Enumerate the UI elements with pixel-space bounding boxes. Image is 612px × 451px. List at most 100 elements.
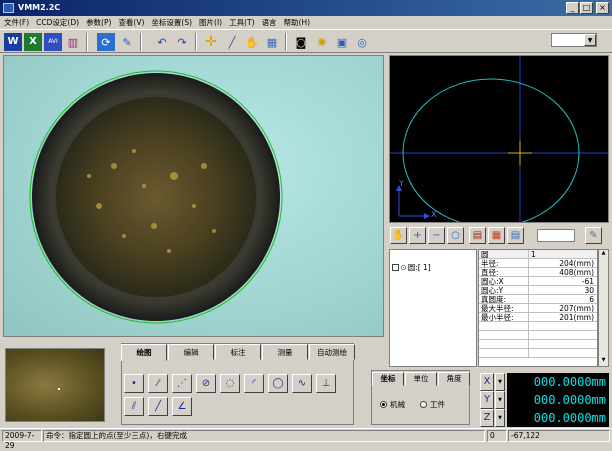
circle-entity-icon: ⊙ bbox=[400, 263, 407, 272]
table-icon[interactable]: ▤ bbox=[507, 227, 524, 244]
menu-image[interactable]: 图片(I) bbox=[199, 17, 222, 28]
excel-export-icon[interactable]: X bbox=[24, 33, 42, 51]
property-row: 半径: 204(mm) bbox=[479, 259, 597, 268]
chart-icon[interactable]: ▥ bbox=[64, 33, 82, 51]
workpiece-radio[interactable] bbox=[420, 401, 427, 408]
status-zero: 0 bbox=[487, 430, 507, 442]
graph-toolbar: ✋ + − ○ ▤ ▦ ▤ ✎ bbox=[389, 226, 609, 246]
thumbnail-view[interactable] bbox=[5, 348, 105, 422]
property-header: 圆 1 bbox=[479, 250, 597, 259]
z-axis-value: 000.0000mm bbox=[507, 409, 609, 427]
x-axis-dropdown-icon[interactable]: ▼ bbox=[495, 373, 505, 391]
zoom-out-icon[interactable]: − bbox=[428, 227, 445, 244]
menu-help[interactable]: 帮助(H) bbox=[284, 17, 311, 28]
tab-auto-measure[interactable]: 自动测绘 bbox=[309, 344, 355, 360]
graph-y-label: Y bbox=[399, 179, 404, 188]
window-title: VMM2.2C bbox=[18, 3, 61, 12]
thumbnail-marker bbox=[58, 388, 60, 390]
line-tool-icon[interactable]: ⁄ bbox=[148, 374, 168, 393]
title-bar: VMM2.2C bbox=[0, 0, 612, 16]
window-icon[interactable]: ▣ bbox=[333, 33, 351, 51]
camera-image bbox=[29, 70, 283, 324]
perpendicular-tool-icon[interactable]: ⊥ bbox=[316, 374, 336, 393]
grid-icon[interactable]: ▦ bbox=[263, 33, 281, 51]
menu-view[interactable]: 查看(V) bbox=[118, 17, 144, 28]
y-axis-button[interactable]: Y bbox=[480, 391, 494, 409]
z-axis-dropdown-icon[interactable]: ▼ bbox=[495, 409, 505, 427]
property-row: 圆心:X -61 bbox=[479, 277, 597, 286]
refresh-icon[interactable]: ⟳ bbox=[97, 33, 115, 51]
target-icon[interactable]: ◎ bbox=[353, 33, 371, 51]
arc-tool-icon[interactable]: ◜ bbox=[244, 374, 264, 393]
slash-tool-icon[interactable]: ╱ bbox=[148, 397, 168, 416]
redo-icon[interactable]: ↷ bbox=[173, 33, 191, 51]
app-icon bbox=[3, 3, 14, 13]
property-row bbox=[479, 349, 597, 358]
zoom-fit-icon[interactable]: ○ bbox=[447, 227, 464, 244]
machine-label: 机械 bbox=[390, 400, 405, 409]
minimize-button[interactable]: _ bbox=[566, 2, 579, 14]
parallel-tool-icon[interactable]: ⫽ bbox=[124, 397, 144, 416]
menu-ccd[interactable]: CCD设定(D) bbox=[36, 17, 79, 28]
tab-unit[interactable]: 单位 bbox=[405, 372, 437, 386]
maximize-button[interactable]: □ bbox=[580, 2, 593, 14]
angle-tool-icon[interactable]: ∠ bbox=[172, 397, 192, 416]
property-row: 最大半径: 207(mm) bbox=[479, 304, 597, 313]
edit-icon[interactable]: ✎ bbox=[118, 33, 136, 51]
pencil-icon[interactable]: ✎ bbox=[585, 227, 602, 244]
pan-hand-icon[interactable]: ✋ bbox=[390, 227, 407, 244]
close-button[interactable]: × bbox=[596, 2, 609, 14]
tab-edit[interactable]: 编辑 bbox=[168, 344, 214, 360]
status-coords: -67,122 bbox=[508, 430, 610, 442]
camera-icon[interactable]: ◙ bbox=[292, 33, 310, 51]
graphics-view[interactable]: Y X bbox=[389, 55, 609, 228]
tree-node[interactable]: ⊙ 圆:[ 1] bbox=[392, 262, 431, 273]
tab-annotate[interactable]: 标注 bbox=[215, 344, 261, 360]
tab-draw[interactable]: 绘图 bbox=[121, 344, 167, 361]
workpiece-label: 工件 bbox=[430, 400, 445, 409]
point-tool-icon[interactable]: • bbox=[124, 374, 144, 393]
property-row: 直径: 408(mm) bbox=[479, 268, 597, 277]
menu-language[interactable]: 语言 bbox=[262, 17, 277, 28]
toolbar: W X AVI ▥ ⟳ ✎ ↶ ↷ ✛ ╱ ✋ ▦ ◙ ✺ ▣ ◎ bbox=[0, 29, 612, 53]
scroll-up-icon[interactable]: ▲ bbox=[599, 250, 608, 259]
crosshair-icon[interactable]: ✛ bbox=[202, 33, 220, 51]
menu-file[interactable]: 文件(F) bbox=[4, 17, 29, 28]
circle-tool-icon[interactable]: ◌ bbox=[220, 374, 240, 393]
tab-coord[interactable]: 坐标 bbox=[372, 372, 404, 386]
expand-box-icon[interactable] bbox=[392, 264, 399, 271]
circle-line-tool-icon[interactable]: ⊘ bbox=[196, 374, 216, 393]
pen-icon[interactable]: ╱ bbox=[223, 33, 241, 51]
y-axis-dropdown-icon[interactable]: ▼ bbox=[495, 391, 505, 409]
avi-icon[interactable]: AVI bbox=[44, 33, 62, 51]
polyline-tool-icon[interactable]: ⋰ bbox=[172, 374, 192, 393]
z-axis-button[interactable]: Z bbox=[480, 409, 494, 427]
menu-params[interactable]: 参数(P) bbox=[86, 17, 111, 28]
ellipse-tool-icon[interactable]: ◯ bbox=[268, 374, 288, 393]
toolbar-combo[interactable]: ▼ bbox=[551, 33, 597, 47]
scroll-down-icon[interactable]: ▼ bbox=[599, 357, 608, 366]
graph-input[interactable] bbox=[537, 229, 575, 242]
tab-angle[interactable]: 角度 bbox=[438, 372, 470, 386]
zoom-in-icon[interactable]: + bbox=[409, 227, 426, 244]
undo-icon[interactable]: ↶ bbox=[153, 33, 171, 51]
menu-tools[interactable]: 工具(T) bbox=[229, 17, 254, 28]
entity-tree: ⊙ 圆:[ 1] bbox=[389, 249, 477, 367]
graph-x-label: X bbox=[431, 210, 437, 219]
machine-radio[interactable] bbox=[380, 401, 387, 408]
property-scrollbar[interactable]: ▲ ▼ bbox=[598, 249, 609, 367]
grid4-icon[interactable]: ▦ bbox=[488, 227, 505, 244]
property-row bbox=[479, 340, 597, 349]
hand-icon[interactable]: ✋ bbox=[243, 33, 261, 51]
curve-tool-icon[interactable]: ∿ bbox=[292, 374, 312, 393]
status-date: 2009-7-29 bbox=[2, 430, 42, 450]
camera-view[interactable] bbox=[3, 55, 384, 337]
tab-measure[interactable]: 测量 bbox=[262, 344, 308, 360]
book-icon[interactable]: ▤ bbox=[469, 227, 486, 244]
menu-coord[interactable]: 坐标设置(S) bbox=[151, 17, 192, 28]
x-axis-button[interactable]: X bbox=[480, 373, 494, 391]
y-axis-value: 000.0000mm bbox=[507, 391, 609, 409]
chevron-down-icon: ▼ bbox=[584, 34, 596, 46]
word-export-icon[interactable]: W bbox=[4, 33, 22, 51]
light-icon[interactable]: ✺ bbox=[313, 33, 331, 51]
